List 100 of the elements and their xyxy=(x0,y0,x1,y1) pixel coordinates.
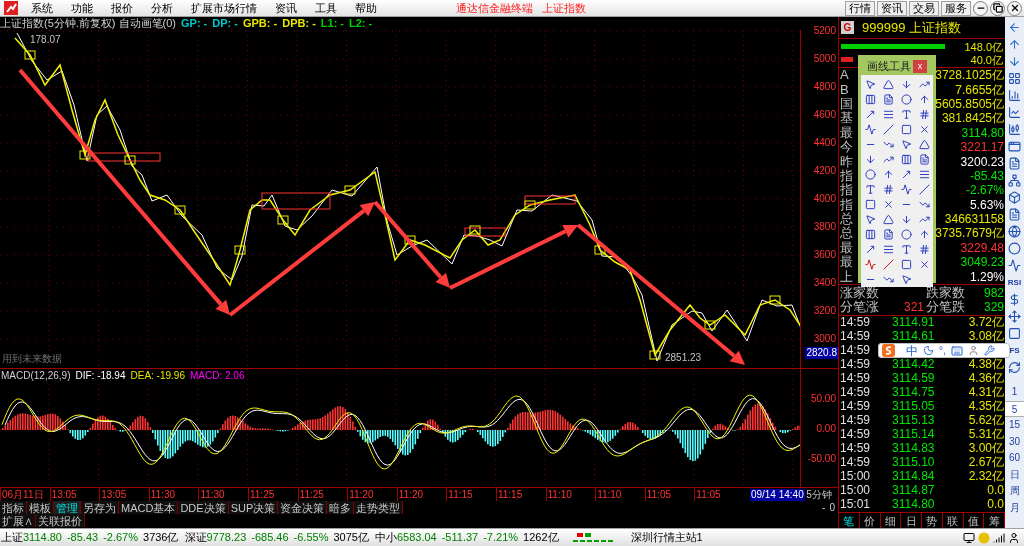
menu-item[interactable]: 报价 xyxy=(102,0,142,17)
tick-price: 3115.13 xyxy=(892,414,935,428)
ime-mode-toggle[interactable]: 中 xyxy=(906,341,918,360)
field-value: 3735.7679亿 xyxy=(935,226,1004,241)
tick-time: 15:00 xyxy=(840,470,871,484)
keyboard-icon[interactable] xyxy=(950,344,963,357)
tick-time: 14:59 xyxy=(840,428,871,442)
document-icon[interactable] xyxy=(1008,155,1021,172)
candlestick-icon[interactable] xyxy=(1008,121,1021,138)
stat-label: 涨家数 xyxy=(840,285,879,300)
period-button[interactable]: 5 xyxy=(1005,400,1024,417)
extra-tab[interactable]: 关联报价 xyxy=(36,514,85,527)
ticker-name: 深证 xyxy=(184,530,207,546)
line-chart-icon[interactable] xyxy=(1008,104,1021,121)
move-icon[interactable] xyxy=(1008,308,1021,325)
square-icon[interactable] xyxy=(1008,325,1021,342)
wave-icon[interactable] xyxy=(1008,257,1021,274)
tick-volume: 2.32亿 xyxy=(968,470,1004,484)
axis-label: 50.00 xyxy=(810,393,836,405)
menu-item[interactable]: 分析 xyxy=(142,0,182,17)
ticker-percent: -6.55% xyxy=(293,530,329,546)
indicator-tab[interactable]: SUP决策 xyxy=(228,501,279,514)
menu-item[interactable]: 资讯 xyxy=(266,0,306,17)
period-button[interactable]: 15 xyxy=(1005,417,1024,434)
menu-item[interactable]: 功能 xyxy=(62,0,102,17)
close-icon[interactable] xyxy=(1007,0,1022,16)
moon-icon[interactable] xyxy=(923,345,934,356)
app-subtitle: 上证指数 xyxy=(542,0,586,16)
ticker-change: -685.46 xyxy=(251,530,289,546)
toolbar-button[interactable]: 服务 xyxy=(941,0,971,16)
indicator-tab[interactable]: 管理 xyxy=(54,501,81,514)
refresh-icon[interactable] xyxy=(1008,359,1021,376)
side-toolbar-button[interactable]: RSI xyxy=(1007,274,1022,291)
indicator-tab[interactable]: 暗多 xyxy=(327,501,355,514)
axis-label: 3400 xyxy=(813,277,836,289)
circle-icon[interactable] xyxy=(1008,240,1021,257)
wrench-icon[interactable] xyxy=(983,345,995,356)
grid-icon[interactable] xyxy=(1008,70,1021,87)
period-button[interactable]: 周 xyxy=(1005,483,1024,500)
stat-label: 跌家数 xyxy=(926,285,965,300)
extra-tab[interactable]: 扩展∧ xyxy=(0,514,36,527)
chart-note: 用到未来数据 xyxy=(2,352,62,366)
tick-time: 14:59 xyxy=(840,456,871,470)
menu-item[interactable]: 工具 xyxy=(306,0,346,17)
volume-value: 40.0亿 xyxy=(970,53,1003,66)
field-label: 最 xyxy=(840,125,853,140)
box-icon[interactable] xyxy=(1008,189,1021,206)
signal-icon[interactable] xyxy=(993,531,1005,544)
globe-icon[interactable] xyxy=(1008,223,1021,240)
person-icon[interactable] xyxy=(1008,531,1020,544)
field-label: 上 xyxy=(840,269,853,284)
punctuation-toggle[interactable]: °, xyxy=(939,343,946,358)
menu-item[interactable]: 扩展市场行情 xyxy=(182,0,266,17)
restore-icon[interactable] xyxy=(990,0,1005,16)
tick-price: 3114.91 xyxy=(892,316,935,330)
zoom-button[interactable]: 0 xyxy=(829,501,835,514)
tree-icon[interactable] xyxy=(1008,172,1021,189)
tick-price: 3114.75 xyxy=(892,386,935,400)
period-button[interactable]: 月 xyxy=(1005,499,1024,516)
monitor-icon[interactable] xyxy=(963,531,975,544)
document-icon[interactable] xyxy=(1008,206,1021,223)
field-label: 总 xyxy=(840,212,853,227)
dollar-icon[interactable] xyxy=(1008,291,1021,308)
indicator-tab[interactable]: 走势类型 xyxy=(354,501,404,514)
axis-label: 5200 xyxy=(813,25,836,37)
period-button[interactable]: 日 xyxy=(1005,466,1024,483)
menu-item[interactable]: 系统 xyxy=(22,0,62,17)
side-toolbar-button[interactable]: FS xyxy=(1009,342,1020,359)
toolbar-button[interactable]: 资讯 xyxy=(877,0,907,16)
toolbar-button[interactable]: 交易 xyxy=(909,0,939,16)
indicator-tab[interactable]: 资金决策 xyxy=(278,501,328,514)
indicator-tab[interactable]: DDE决策 xyxy=(178,501,229,514)
period-button[interactable]: 60 xyxy=(1005,450,1024,467)
indicator-tab[interactable]: 模板 xyxy=(27,501,54,514)
axis-label: -50.00 xyxy=(807,453,836,465)
ticker-price: 3114.80 xyxy=(23,530,62,546)
tick-time: 14:59 xyxy=(840,400,871,414)
axis-label: 3000 xyxy=(813,333,836,345)
axis-label: 3600 xyxy=(813,249,836,261)
indicator-tab[interactable]: MACD基本 xyxy=(119,501,179,514)
macd-value: DEA: -19.96 xyxy=(130,370,185,382)
zoom-button[interactable]: - xyxy=(822,501,826,514)
field-label: 总 xyxy=(840,226,853,241)
field-label: 基 xyxy=(840,111,853,126)
volume-value: 148.0亿 xyxy=(964,40,1003,53)
close-button[interactable]: x xyxy=(913,59,927,73)
indicator-tab[interactable]: 指标 xyxy=(0,501,27,514)
period-button[interactable]: 1 xyxy=(1005,384,1024,401)
period-button[interactable]: 30 xyxy=(1005,433,1024,450)
bar-chart-icon[interactable] xyxy=(1008,87,1021,104)
field-label: 最 xyxy=(840,255,853,270)
menu-item[interactable]: 帮助 xyxy=(346,0,386,17)
minimize-icon[interactable] xyxy=(973,0,988,16)
indicator-tab[interactable]: 另存为 xyxy=(81,501,119,514)
field-value: -2.67% xyxy=(965,183,1004,198)
ime-logo-icon[interactable] xyxy=(882,344,895,357)
axis-label: 4800 xyxy=(813,81,836,93)
ticker-change: -511.37 xyxy=(441,530,479,546)
toolbar-button[interactable]: 行情 xyxy=(845,0,875,16)
field-value: 7.6655亿 xyxy=(955,82,1004,97)
